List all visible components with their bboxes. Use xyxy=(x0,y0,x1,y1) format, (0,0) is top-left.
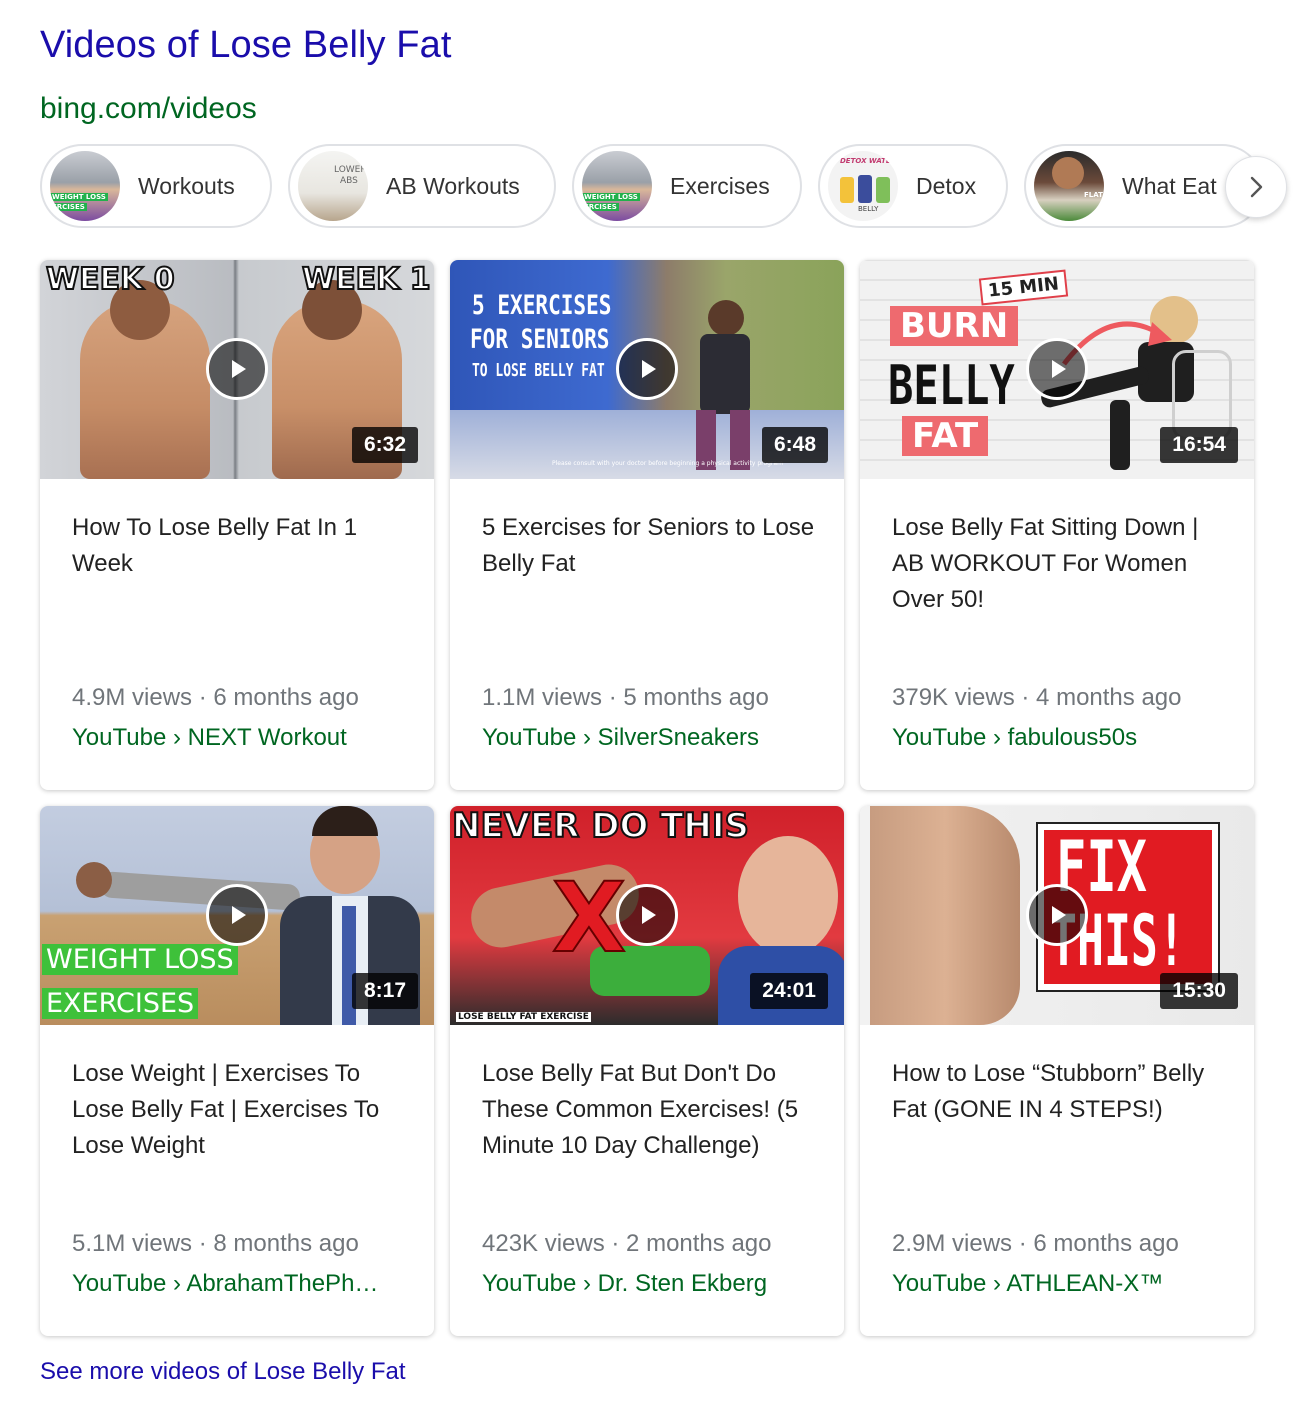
video-card[interactable]: WEIGHT LOSS EXERCISES 8:17 Lose Weight |… xyxy=(40,806,434,1336)
video-source: YouTube › ATHLEAN-X™ xyxy=(892,1270,1164,1297)
play-icon[interactable] xyxy=(206,884,268,946)
chip-thumb-text: ERCISES xyxy=(50,203,87,211)
chip-thumb-text: ERCISES xyxy=(582,203,619,211)
video-source: YouTube › Dr. Sten Ekberg xyxy=(482,1270,768,1297)
video-duration: 16:54 xyxy=(1160,427,1238,463)
play-icon[interactable] xyxy=(616,884,678,946)
video-title[interactable]: How To Lose Belly Fat In 1 Week xyxy=(72,510,412,582)
video-card[interactable]: NEVER DO THIS X LOSE BELLY FAT EXERCISE … xyxy=(450,806,844,1336)
chip-ab-workouts[interactable]: LOWER ABS AB Workouts xyxy=(288,144,556,228)
thumb-overlay-text: WEEK 0 xyxy=(45,261,176,298)
video-meta: 2.9M views · 6 months ago xyxy=(892,1230,1179,1257)
video-card[interactable]: FIX THIS! 15:30 How to Lose “Stubborn” B… xyxy=(860,806,1254,1336)
chip-label: Exercises xyxy=(670,172,770,199)
chip-thumb-text: LOWER xyxy=(334,165,367,175)
video-meta: 379K views · 4 months ago xyxy=(892,684,1182,711)
thumb-overlay-text: X xyxy=(551,861,627,975)
video-thumbnail[interactable]: WEEK 0 WEEK 1 6:32 xyxy=(40,260,434,479)
chip-thumb-text: ABS xyxy=(340,176,358,186)
play-icon[interactable] xyxy=(1026,338,1088,400)
video-card[interactable]: 15 MIN BURN BELLY FAT 16:54 Lose Belly F… xyxy=(860,260,1254,790)
chip-workouts[interactable]: WEIGHT LOSS ERCISES Workouts xyxy=(40,144,272,228)
video-card[interactable]: 5 EXERCISES FOR SENIORS TO LOSE BELLY FA… xyxy=(450,260,844,790)
thumb-overlay-text: BURN xyxy=(890,306,1019,346)
play-icon[interactable] xyxy=(206,338,268,400)
video-duration: 8:17 xyxy=(351,973,418,1009)
chip-label: Detox xyxy=(916,172,977,199)
video-source: YouTube › NEXT Workout xyxy=(72,724,347,751)
chevron-right-icon xyxy=(1250,176,1263,198)
chip-thumb-text: FLAT xyxy=(1084,191,1103,199)
video-thumbnail[interactable]: WEIGHT LOSS EXERCISES 8:17 xyxy=(40,806,434,1025)
chip-thumbnail: WEIGHT LOSS ERCISES xyxy=(50,151,120,221)
page-title-link[interactable]: Videos of Lose Belly Fat xyxy=(40,24,452,67)
chip-thumbnail: FLAT xyxy=(1034,151,1104,221)
chip-thumbnail: LOWER ABS xyxy=(298,151,368,221)
thumb-overlay-text: 5 EXERCISES xyxy=(472,290,612,321)
chip-label: AB Workouts xyxy=(386,172,520,199)
video-duration: 24:01 xyxy=(750,973,828,1009)
video-thumbnail[interactable]: 15 MIN BURN BELLY FAT 16:54 xyxy=(860,260,1254,479)
video-meta: 1.1M views · 5 months ago xyxy=(482,684,769,711)
thumb-overlay-text: WEEK 1 xyxy=(301,261,432,298)
play-icon[interactable] xyxy=(616,338,678,400)
chip-thumb-text: WEIGHT LOSS xyxy=(582,193,640,201)
see-more-link[interactable]: See more videos of Lose Belly Fat xyxy=(40,1358,406,1386)
chip-thumb-text: DETOX WATER xyxy=(840,157,897,165)
thumb-overlay-text: TO LOSE BELLY FAT xyxy=(472,360,605,381)
chip-exercises[interactable]: WEIGHT LOSS ERCISES Exercises xyxy=(572,144,802,228)
video-title[interactable]: How to Lose “Stubborn” Belly Fat (GONE I… xyxy=(892,1056,1232,1128)
video-source: YouTube › fabulous50s xyxy=(892,724,1138,751)
chip-label: What Eat xyxy=(1122,172,1217,199)
video-title[interactable]: Lose Belly Fat Sitting Down | AB WORKOUT… xyxy=(892,510,1232,618)
thumb-overlay-text: FAT xyxy=(902,416,989,456)
video-meta: 4.9M views · 6 months ago xyxy=(72,684,359,711)
chip-thumbnail: WEIGHT LOSS ERCISES xyxy=(582,151,652,221)
video-duration: 15:30 xyxy=(1160,973,1238,1009)
video-duration: 6:48 xyxy=(761,427,828,463)
chip-detox[interactable]: DETOX WATER BELLY Detox xyxy=(818,144,1008,228)
video-title[interactable]: 5 Exercises for Seniors to Lose Belly Fa… xyxy=(482,510,822,582)
thumb-overlay-text: EXERCISES xyxy=(42,988,199,1019)
chips-next-button[interactable] xyxy=(1225,156,1287,218)
video-meta: 423K views · 2 months ago xyxy=(482,1230,772,1257)
chip-thumb-text: BELLY xyxy=(858,205,879,213)
thumb-overlay-text: WEIGHT LOSS xyxy=(42,944,238,975)
video-source: YouTube › AbrahamThePh… xyxy=(72,1270,379,1297)
thumb-overlay-text: NEVER DO THIS xyxy=(451,806,750,847)
video-source: YouTube › SilverSneakers xyxy=(482,724,760,751)
video-thumbnail[interactable]: 5 EXERCISES FOR SENIORS TO LOSE BELLY FA… xyxy=(450,260,844,479)
video-title[interactable]: Lose Belly Fat But Don't Do These Common… xyxy=(482,1056,822,1164)
thumb-overlay-text: LOSE BELLY FAT EXERCISE xyxy=(456,1012,591,1022)
play-icon[interactable] xyxy=(1026,884,1088,946)
video-card[interactable]: WEEK 0 WEEK 1 6:32 How To Lose Belly Fat… xyxy=(40,260,434,790)
chip-thumbnail: DETOX WATER BELLY xyxy=(828,151,898,221)
chip-thumb-text: WEIGHT LOSS xyxy=(50,193,108,201)
thumb-overlay-text: Please consult with your doctor before b… xyxy=(552,460,783,467)
chip-label: Workouts xyxy=(138,172,235,199)
related-chips: WEIGHT LOSS ERCISES Workouts LOWER ABS A… xyxy=(40,144,1290,230)
video-title[interactable]: Lose Weight | Exercises To Lose Belly Fa… xyxy=(72,1056,412,1164)
thumb-overlay-text: BELLY xyxy=(888,354,1015,417)
source-url: bing.com/videos xyxy=(40,92,257,125)
video-thumbnail[interactable]: FIX THIS! 15:30 xyxy=(860,806,1254,1025)
video-thumbnail[interactable]: NEVER DO THIS X LOSE BELLY FAT EXERCISE … xyxy=(450,806,844,1025)
thumb-overlay-text: 15 MIN xyxy=(978,269,1069,306)
thumb-overlay-text: FOR SENIORS xyxy=(470,324,610,355)
video-meta: 5.1M views · 8 months ago xyxy=(72,1230,359,1257)
video-duration: 6:32 xyxy=(351,427,418,463)
